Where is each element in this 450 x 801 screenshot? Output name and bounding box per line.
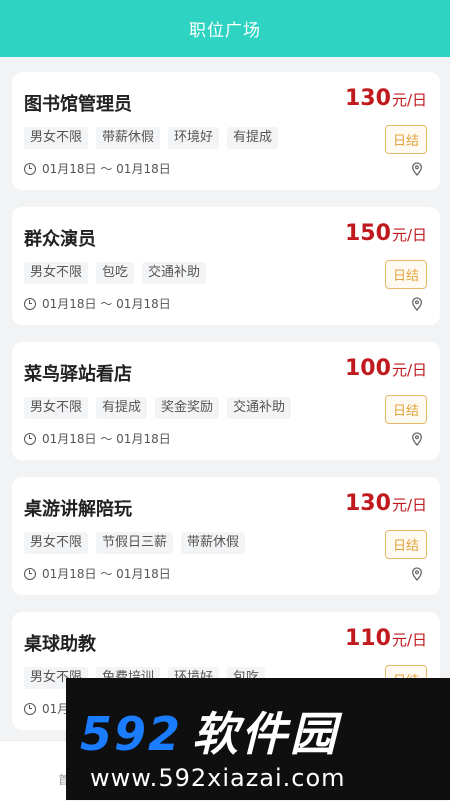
location-pin-icon[interactable] bbox=[411, 162, 423, 176]
bottom-tab-bar[interactable]: 首 bbox=[0, 740, 70, 801]
location-pin-icon[interactable] bbox=[411, 297, 423, 311]
date-range: 01月18日 ～ 01月18日 bbox=[42, 297, 171, 311]
price-unit: 元/日 bbox=[391, 361, 427, 379]
settle-badge: 日结 bbox=[384, 530, 427, 559]
clock-icon bbox=[24, 162, 36, 175]
watermark-logo-num: 592 bbox=[80, 707, 183, 761]
job-tag: 男女不限 bbox=[24, 262, 89, 284]
price-value: 130 bbox=[345, 86, 391, 111]
job-card[interactable]: 图书馆管理员 130元/日 男女不限 带薪休假 环境好 有提成 日结 01月18… bbox=[12, 72, 440, 190]
watermark-overlay: 592 软件园 www.592xiazai.com bbox=[66, 678, 450, 800]
date-range: 01月18日 ～ 01月18日 bbox=[42, 162, 171, 176]
job-tag: 奖金奖励 bbox=[155, 397, 220, 419]
job-title: 群众演员 bbox=[24, 229, 96, 250]
settle-badge: 日结 bbox=[384, 125, 427, 154]
job-card[interactable]: 群众演员 150元/日 男女不限 包吃 交通补助 日结 01月18日 ～ 01月… bbox=[12, 207, 440, 325]
price-value: 130 bbox=[345, 491, 391, 516]
price-value: 110 bbox=[345, 626, 391, 651]
job-tag: 带薪休假 bbox=[181, 532, 246, 554]
settle-badge: 日结 bbox=[384, 395, 427, 424]
job-title: 桌游讲解陪玩 bbox=[24, 499, 132, 520]
date-range: 01月18日 ～ 01月18日 bbox=[42, 567, 171, 581]
watermark-logo-text: 软件园 bbox=[192, 707, 340, 761]
job-title: 桌球助教 bbox=[24, 634, 96, 655]
job-card[interactable]: 菜鸟驿站看店 100元/日 男女不限 有提成 奖金奖励 交通补助 日结 01月1… bbox=[12, 342, 440, 460]
price-value: 150 bbox=[345, 221, 391, 246]
watermark-logo: 592 软件园 bbox=[80, 698, 339, 764]
job-tags: 男女不限 节假日三薪 带薪休假 bbox=[24, 532, 246, 554]
clock-icon bbox=[24, 702, 36, 715]
job-title: 菜鸟驿站看店 bbox=[24, 364, 132, 385]
job-tag: 男女不限 bbox=[24, 127, 89, 149]
job-price: 130元/日 bbox=[345, 86, 427, 111]
job-tag: 带薪休假 bbox=[96, 127, 161, 149]
job-tag: 环境好 bbox=[168, 127, 220, 149]
clock-icon bbox=[24, 567, 36, 580]
price-unit: 元/日 bbox=[391, 91, 427, 109]
job-tag: 交通补助 bbox=[142, 262, 207, 284]
job-tag: 男女不限 bbox=[24, 532, 89, 554]
job-price: 100元/日 bbox=[345, 356, 427, 381]
job-date: 01月18日 ～ 01月18日 bbox=[24, 295, 171, 312]
job-price: 110元/日 bbox=[345, 626, 427, 651]
job-date: 01月18日 ～ 01月18日 bbox=[24, 160, 171, 177]
clock-icon bbox=[24, 297, 36, 310]
location-pin-icon[interactable] bbox=[411, 567, 423, 581]
job-tag: 有提成 bbox=[96, 397, 148, 419]
watermark-url: www.592xiazai.com bbox=[90, 764, 346, 792]
location-pin-icon[interactable] bbox=[411, 432, 423, 446]
job-tags: 男女不限 有提成 奖金奖励 交通补助 bbox=[24, 397, 292, 419]
settle-badge: 日结 bbox=[384, 260, 427, 289]
job-tag: 男女不限 bbox=[24, 397, 89, 419]
page-header: 职位广场 bbox=[0, 0, 450, 57]
price-unit: 元/日 bbox=[391, 496, 427, 514]
job-price: 150元/日 bbox=[345, 221, 427, 246]
page-title: 职位广场 bbox=[189, 21, 261, 41]
job-date: 01月18日 ～ 01月18日 bbox=[24, 430, 171, 447]
job-title: 图书馆管理员 bbox=[24, 94, 132, 115]
job-tag: 有提成 bbox=[227, 127, 279, 149]
clock-icon bbox=[24, 432, 36, 445]
job-tag: 包吃 bbox=[96, 262, 135, 284]
job-card[interactable]: 桌游讲解陪玩 130元/日 男女不限 节假日三薪 带薪休假 日结 01月18日 … bbox=[12, 477, 440, 595]
job-date: 01月18日 ～ 01月18日 bbox=[24, 565, 171, 582]
price-unit: 元/日 bbox=[391, 226, 427, 244]
price-unit: 元/日 bbox=[391, 631, 427, 649]
date-range: 01月18日 ～ 01月18日 bbox=[42, 432, 171, 446]
job-tags: 男女不限 包吃 交通补助 bbox=[24, 262, 207, 284]
job-price: 130元/日 bbox=[345, 491, 427, 516]
job-list: 图书馆管理员 130元/日 男女不限 带薪休假 环境好 有提成 日结 01月18… bbox=[12, 72, 440, 747]
job-tags: 男女不限 带薪休假 环境好 有提成 bbox=[24, 127, 279, 149]
price-value: 100 bbox=[345, 356, 391, 381]
job-tag: 交通补助 bbox=[227, 397, 292, 419]
job-tag: 节假日三薪 bbox=[96, 532, 174, 554]
